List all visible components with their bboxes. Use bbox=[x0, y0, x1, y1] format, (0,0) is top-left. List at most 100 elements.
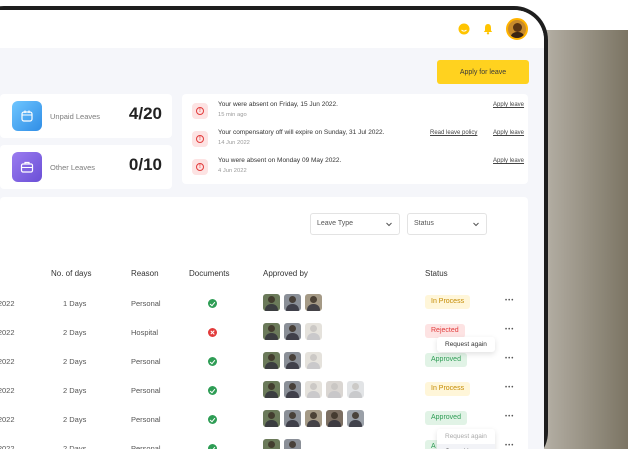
leaves-table-card: Leave Type Status No. of days Reason Doc… bbox=[0, 197, 528, 449]
date-cell: v 2022 bbox=[0, 357, 15, 366]
status-badge: Approved bbox=[425, 411, 467, 425]
date-cell: v 2022 bbox=[0, 328, 15, 337]
apply-leave-link[interactable]: Apply leave bbox=[493, 102, 524, 108]
approver-avatar bbox=[326, 381, 343, 398]
stat-value: 0/10 bbox=[128, 155, 162, 174]
stat-label: Other Leaves bbox=[50, 163, 96, 172]
reason-cell: Personal bbox=[131, 386, 161, 395]
top-bar bbox=[0, 10, 544, 48]
approver-avatar bbox=[284, 439, 301, 449]
days-cell: 2 Days bbox=[63, 386, 87, 395]
stat-label: Unpaid Leaves bbox=[50, 112, 101, 121]
other-leaves-card: Other Leaves 0/10 bbox=[0, 145, 172, 189]
chevron-down-icon bbox=[473, 222, 479, 227]
check-icon bbox=[208, 357, 217, 366]
read-leave-policy-link[interactable]: Read leave policy bbox=[430, 130, 477, 136]
column-header: Reason bbox=[131, 269, 159, 278]
notification-date: 15 min ago bbox=[218, 112, 247, 118]
approver-avatar bbox=[347, 410, 364, 427]
approver-avatar bbox=[263, 439, 280, 449]
reason-cell: Personal bbox=[131, 444, 161, 449]
calendar-icon bbox=[12, 101, 42, 131]
date-cell: c 2022 bbox=[0, 299, 15, 308]
notification-item: ! You were absent on Monday 09 May 2022.… bbox=[192, 156, 524, 178]
leave-type-select[interactable]: Leave Type bbox=[310, 213, 400, 235]
reason-cell: Personal bbox=[131, 357, 161, 366]
days-cell: 2 Days bbox=[63, 444, 87, 449]
more-options-icon[interactable]: ••• bbox=[505, 356, 514, 362]
app-screen: Apply for leave Unpaid Leaves 4/20 Other… bbox=[0, 10, 544, 449]
notification-item: ! Your compensatory off will expire on S… bbox=[192, 128, 524, 150]
reason-cell: Personal bbox=[131, 299, 161, 308]
column-header: No. of days bbox=[51, 269, 92, 278]
approver-avatar bbox=[305, 381, 322, 398]
check-icon bbox=[208, 415, 217, 424]
reason-cell: Hospital bbox=[131, 328, 159, 337]
approver-avatar bbox=[326, 410, 343, 427]
more-options-icon[interactable]: ••• bbox=[505, 443, 514, 449]
notification-item: ! Your were absent on Friday, 15 Jun 202… bbox=[192, 100, 524, 122]
cancel-leave-option[interactable]: Cancel Leave bbox=[437, 444, 495, 449]
notification-text: Your were absent on Friday, 15 Jun 2022. bbox=[218, 101, 338, 108]
select-value: Status bbox=[414, 220, 434, 227]
request-again-option[interactable]: Request again bbox=[437, 429, 495, 444]
status-badge: Approved bbox=[425, 353, 467, 367]
row-action-menu: Request again bbox=[437, 337, 495, 352]
more-options-icon[interactable]: ••• bbox=[505, 298, 514, 304]
notifications-card: ! Your were absent on Friday, 15 Jun 202… bbox=[182, 94, 528, 184]
approver-avatar bbox=[305, 323, 322, 340]
days-cell: 2 Days bbox=[63, 415, 87, 424]
apply-for-leave-button[interactable]: Apply for leave bbox=[437, 60, 529, 84]
date-cell: v 2022 bbox=[0, 386, 15, 395]
approver-avatar bbox=[263, 410, 280, 427]
select-value: Leave Type bbox=[317, 220, 354, 227]
date-cell: v 2022 bbox=[0, 415, 15, 424]
days-cell: 2 Days bbox=[63, 328, 87, 337]
approver-avatar bbox=[305, 294, 322, 311]
apply-leave-link[interactable]: Apply leave bbox=[493, 158, 524, 164]
apply-leave-link[interactable]: Apply leave bbox=[493, 130, 524, 136]
approver-avatar bbox=[263, 381, 280, 398]
reason-cell: Personal bbox=[131, 415, 161, 424]
more-options-icon[interactable]: ••• bbox=[505, 327, 514, 333]
cross-icon bbox=[208, 328, 217, 337]
approver-avatar bbox=[263, 294, 280, 311]
more-options-icon[interactable]: ••• bbox=[505, 414, 514, 420]
bell-icon[interactable] bbox=[482, 23, 494, 35]
briefcase-icon bbox=[12, 152, 42, 182]
status-badge: Rejected bbox=[425, 324, 465, 338]
approver-avatar bbox=[284, 323, 301, 340]
unpaid-leaves-card: Unpaid Leaves 4/20 bbox=[0, 94, 172, 138]
approver-avatar bbox=[263, 323, 280, 340]
days-cell: 1 Days bbox=[63, 299, 87, 308]
date-cell: v 2022 bbox=[0, 444, 15, 449]
notification-text: Your compensatory off will expire on Sun… bbox=[218, 129, 385, 136]
days-cell: 2 Days bbox=[63, 357, 87, 366]
approver-avatar bbox=[305, 352, 322, 369]
status-select[interactable]: Status bbox=[407, 213, 487, 235]
approver-avatar bbox=[284, 352, 301, 369]
chevron-down-icon bbox=[386, 222, 392, 227]
user-avatar[interactable] bbox=[506, 18, 528, 40]
column-header: Documents bbox=[189, 269, 230, 278]
alert-icon: ! bbox=[192, 159, 208, 175]
check-icon bbox=[208, 444, 217, 449]
row-action-menu: Request againCancel Leave bbox=[437, 429, 495, 449]
alert-icon: ! bbox=[192, 103, 208, 119]
check-icon bbox=[208, 299, 217, 308]
approver-avatar bbox=[305, 410, 322, 427]
notification-date: 4 Jun 2022 bbox=[218, 168, 247, 174]
status-badge: In Process bbox=[425, 295, 471, 309]
more-options-icon[interactable]: ••• bbox=[505, 385, 514, 391]
notification-date: 14 Jun 2022 bbox=[218, 140, 250, 146]
status-badge: In Process bbox=[425, 382, 471, 396]
column-header: Status bbox=[425, 269, 448, 278]
check-icon bbox=[208, 386, 217, 395]
smile-icon[interactable] bbox=[458, 23, 470, 35]
alert-icon: ! bbox=[192, 131, 208, 147]
notification-text: You were absent on Monday 09 May 2022. bbox=[218, 157, 342, 164]
column-header: Approved by bbox=[263, 269, 308, 278]
request-again-option[interactable]: Request again bbox=[437, 337, 495, 352]
approver-avatar bbox=[284, 381, 301, 398]
stat-value: 4/20 bbox=[128, 104, 162, 123]
